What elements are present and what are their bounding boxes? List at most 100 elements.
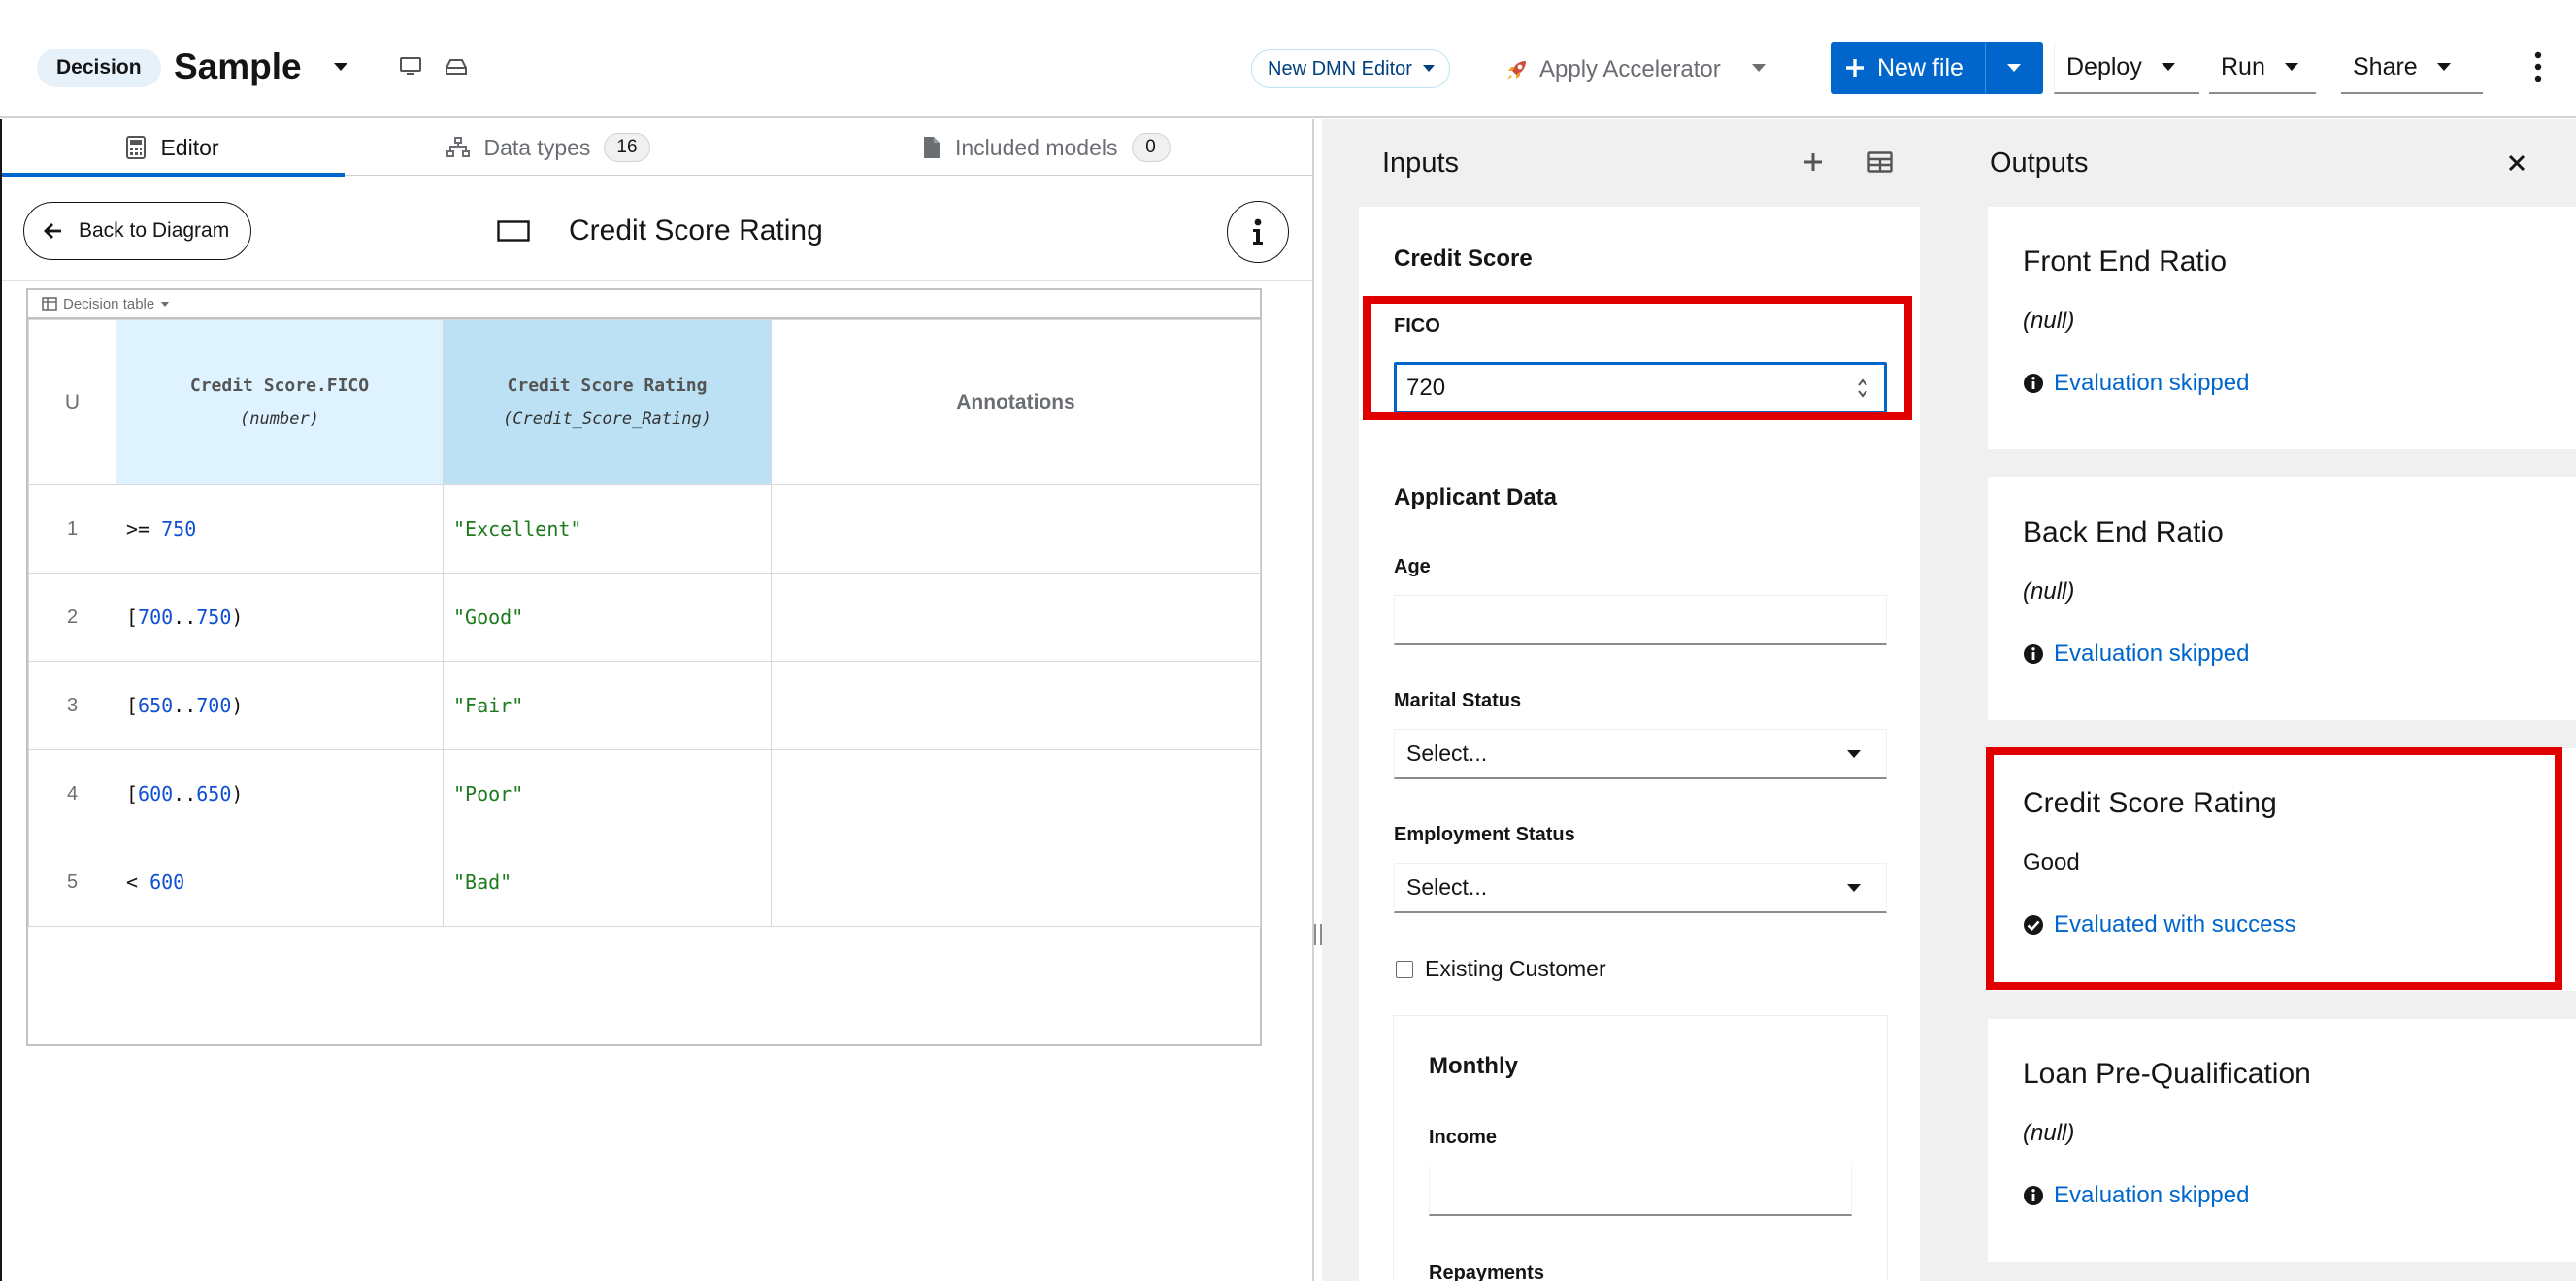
input-rule-cell[interactable]: [600..650) xyxy=(116,749,444,838)
output-title: Loan Pre-Qualification xyxy=(2023,1058,2311,1090)
apply-accelerator-button[interactable]: Apply Accelerator xyxy=(1504,50,1721,89)
dmn-editor-switch-label: New DMN Editor xyxy=(1268,57,1412,80)
annotation-cell[interactable] xyxy=(771,838,1261,927)
output-card-back-end-ratio: Back End Ratio (null) Evaluation skipped xyxy=(1988,477,2576,720)
input-rule-cell[interactable]: >= 750 xyxy=(116,484,444,574)
info-circle-icon xyxy=(2024,644,2043,664)
output-column-type: (Credit_Score_Rating) xyxy=(503,410,711,429)
rule-bracket-close: ) xyxy=(231,694,244,717)
info-circle-icon xyxy=(2024,1186,2043,1205)
output-status[interactable]: Evaluation skipped xyxy=(2023,1182,2249,1209)
kebab-menu-icon[interactable] xyxy=(2533,50,2543,83)
repayments-label: Repayments xyxy=(1429,1263,1544,1281)
tab-included-models[interactable]: Included models 0 xyxy=(752,119,1312,176)
range-end: 650 xyxy=(196,782,232,805)
output-status-label: Evaluation skipped xyxy=(2054,370,2250,396)
share-button[interactable]: Share xyxy=(2341,42,2483,94)
splitter-grip-icon[interactable] xyxy=(1314,924,1322,945)
range-end: 750 xyxy=(196,606,232,629)
credit-score-section-title: Credit Score xyxy=(1394,246,1533,272)
output-column-name: Credit Score Rating xyxy=(507,376,708,396)
dmn-editor-switch[interactable]: New DMN Editor xyxy=(1251,49,1450,88)
output-status[interactable]: Evaluation skipped xyxy=(2023,640,2249,668)
input-column-header[interactable]: Credit Score.FICO (number) xyxy=(116,319,444,485)
caret-down-icon xyxy=(2277,60,2314,74)
checkbox-box[interactable] xyxy=(1396,960,1413,978)
output-rule-cell[interactable]: "Poor" xyxy=(443,749,772,838)
outputs-title: Outputs xyxy=(1990,148,2089,179)
output-status[interactable]: Evaluation skipped xyxy=(2023,370,2249,397)
hit-policy-cell[interactable]: U xyxy=(28,319,116,485)
input-rule-cell[interactable]: [700..750) xyxy=(116,573,444,662)
fico-highlight-box xyxy=(1363,296,1912,420)
credit-score-rating-highlight-box xyxy=(1986,747,2562,990)
sitemap-icon xyxy=(446,137,471,157)
data-types-count-badge: 16 xyxy=(604,133,650,162)
expression-type-selector[interactable]: Decision table xyxy=(28,290,1260,319)
employment-status-label: Employment Status xyxy=(1394,824,1575,845)
annotation-cell[interactable] xyxy=(771,749,1261,838)
annotation-cell[interactable] xyxy=(771,661,1261,750)
info-button[interactable] xyxy=(1227,201,1289,263)
close-icon[interactable] xyxy=(2507,153,2526,173)
dmn-editor-pane: Editor Data types 16 Included models 0 B… xyxy=(0,119,1312,1281)
output-status-label: Evaluation skipped xyxy=(2054,1182,2250,1208)
input-rule-cell[interactable]: < 600 xyxy=(116,838,444,927)
existing-customer-label: Existing Customer xyxy=(1425,956,1606,981)
rocket-icon xyxy=(1507,61,1526,80)
panel-splitter[interactable] xyxy=(1312,119,1314,1281)
marital-status-select[interactable]: Select... xyxy=(1394,729,1887,779)
output-value: (null) xyxy=(2023,308,2075,334)
calculator-icon xyxy=(126,136,147,159)
income-input[interactable] xyxy=(1429,1166,1852,1216)
annotations-column-header[interactable]: Annotations xyxy=(771,319,1261,485)
output-column-header[interactable]: Credit Score Rating (Credit_Score_Rating… xyxy=(443,319,772,485)
annotation-cell[interactable] xyxy=(771,573,1261,662)
caret-down-icon xyxy=(1847,749,1861,758)
output-title: Front End Ratio xyxy=(2023,246,2228,278)
new-file-button[interactable]: New file xyxy=(1831,42,1985,94)
rule-bracket-open: [ xyxy=(126,694,139,717)
deploy-button[interactable]: Deploy xyxy=(2054,42,2199,94)
row-number: 4 xyxy=(28,749,116,838)
file-name-title[interactable]: Sample xyxy=(174,45,302,89)
rule-operator: >= xyxy=(126,517,162,541)
range-start: 600 xyxy=(138,782,174,805)
hard-drive-icon[interactable] xyxy=(445,56,468,78)
back-to-diagram-button[interactable]: Back to Diagram xyxy=(23,202,252,260)
rule-bracket-close: ) xyxy=(231,782,244,805)
tab-editor[interactable]: Editor xyxy=(0,119,345,177)
output-rule-cell[interactable]: "Excellent" xyxy=(443,484,772,574)
rule-bracket-close: ) xyxy=(231,606,244,629)
marital-status-value: Select... xyxy=(1406,740,1488,766)
output-rule-cell[interactable]: "Fair" xyxy=(443,661,772,750)
desktop-icon[interactable] xyxy=(399,56,422,78)
age-input[interactable] xyxy=(1394,595,1887,645)
decision-node-icon xyxy=(497,220,530,242)
output-value: (null) xyxy=(2023,1120,2075,1146)
input-column-type: (number) xyxy=(240,410,319,429)
back-to-diagram-label: Back to Diagram xyxy=(79,219,230,242)
range-end: 700 xyxy=(196,694,232,717)
caret-down-icon xyxy=(2007,64,2022,72)
file-menu-caret-icon[interactable] xyxy=(330,56,351,78)
run-button[interactable]: Run xyxy=(2209,42,2316,94)
tab-data-types-label: Data types xyxy=(483,134,591,160)
tab-data-types[interactable]: Data types 16 xyxy=(345,119,752,176)
accelerator-caret-icon[interactable] xyxy=(1749,58,1768,78)
deploy-label: Deploy xyxy=(2066,52,2142,81)
rule-operator: < xyxy=(126,870,150,894)
add-input-icon[interactable] xyxy=(1801,150,1825,174)
input-rule-cell[interactable]: [650..700) xyxy=(116,661,444,750)
new-file-label: New file xyxy=(1877,53,1964,82)
table-row: 4 [600..650) "Poor" xyxy=(28,749,1261,838)
output-rule-cell[interactable]: "Good" xyxy=(443,573,772,662)
employment-status-select[interactable]: Select... xyxy=(1394,863,1887,913)
output-rule-cell[interactable]: "Bad" xyxy=(443,838,772,927)
annotation-cell[interactable] xyxy=(771,484,1261,574)
new-file-toggle[interactable] xyxy=(1984,42,2043,94)
inputs-title: Inputs xyxy=(1382,148,1459,179)
existing-customer-checkbox[interactable]: Existing Customer xyxy=(1396,956,1606,982)
table-view-icon[interactable] xyxy=(1867,151,1893,173)
new-file-split-button: New file xyxy=(1831,42,2043,94)
